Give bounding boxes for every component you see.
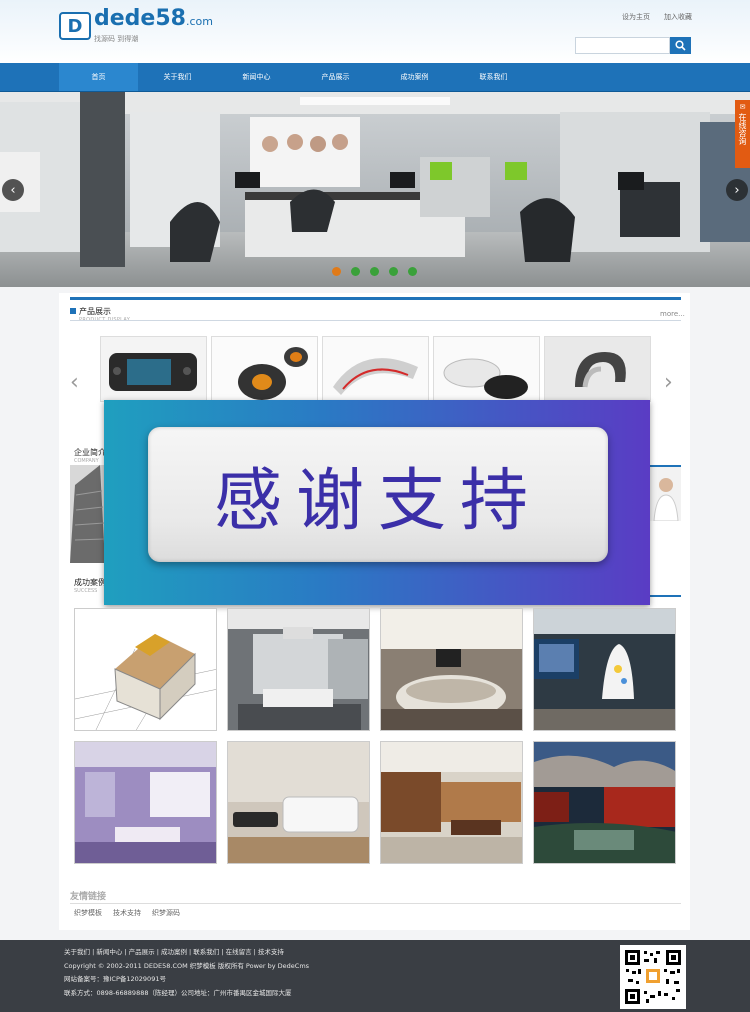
- about-image: [70, 465, 105, 563]
- product-image-4: [434, 337, 539, 401]
- slider-dot-5[interactable]: [408, 267, 417, 276]
- friend-links-title: 友情链接: [70, 892, 107, 902]
- product-thumb-2[interactable]: [211, 336, 318, 402]
- friend-links-divider: [70, 903, 681, 904]
- products-top-bar: [70, 297, 681, 300]
- products-more-link[interactable]: more...: [660, 310, 685, 318]
- search-button[interactable]: [670, 37, 691, 54]
- thanks-plaque: 感谢支持: [148, 427, 608, 562]
- main-nav: 首页 关于我们 新闻中心 产品展示 成功案例 联系我们: [0, 63, 750, 92]
- nav-item-news[interactable]: 新闻中心: [217, 63, 296, 91]
- product-thumb-1[interactable]: [100, 336, 207, 402]
- case-thumb-6[interactable]: [227, 741, 370, 864]
- qr-code-icon: [624, 949, 682, 1005]
- case-thumb-8[interactable]: [533, 741, 676, 864]
- search-icon: [675, 40, 686, 51]
- thanks-overlay: 感谢支持: [104, 400, 650, 605]
- about-title: 企业简介: [74, 448, 106, 457]
- chevron-left-icon: ‹: [70, 370, 79, 395]
- friend-link-1[interactable]: 织梦模板: [74, 908, 102, 918]
- product-thumb-5[interactable]: [544, 336, 651, 402]
- logo-mark-icon: D: [59, 12, 91, 40]
- logo-name: dede58.com: [94, 8, 213, 33]
- logo-name-main: dede58: [94, 6, 186, 31]
- case-image-3: [381, 609, 522, 730]
- product-image-1: [101, 337, 206, 401]
- nav-list: 首页 关于我们 新闻中心 产品展示 成功案例 联系我们: [59, 63, 533, 91]
- site-logo[interactable]: D dede58.com 找源码 到得潮: [59, 8, 213, 44]
- case-thumb-3[interactable]: [380, 608, 523, 731]
- nav-item-about[interactable]: 关于我们: [138, 63, 217, 91]
- slider-dot-1[interactable]: [332, 267, 341, 276]
- products-divider: [70, 320, 681, 321]
- cases-title: 成功案例: [74, 578, 106, 587]
- case-image-4: [534, 609, 675, 730]
- case-thumb-7[interactable]: [380, 741, 523, 864]
- case-image-5: [75, 742, 216, 863]
- product-image-2: [212, 337, 317, 401]
- case-image-8: [534, 742, 675, 863]
- nav-item-contact[interactable]: 联系我们: [454, 63, 533, 91]
- friend-links: 织梦模板 技术支持 织梦源码: [74, 908, 180, 918]
- footer-icp: 网站备案号：豫ICP备12029091号: [64, 975, 166, 983]
- banner-slider[interactable]: [0, 92, 750, 287]
- chat-icon: ✉: [739, 103, 746, 111]
- search-input[interactable]: [575, 37, 670, 54]
- case-thumb-2[interactable]: [227, 608, 370, 731]
- slider-dot-2[interactable]: [351, 267, 360, 276]
- slider-dot-3[interactable]: [370, 267, 379, 276]
- consult-label: 在线咨询: [738, 113, 747, 145]
- case-thumb-4[interactable]: [533, 608, 676, 731]
- logo-slogan: 找源码 到得潮: [94, 35, 139, 43]
- logo-text: dede58.com 找源码 到得潮: [94, 8, 213, 44]
- case-image-1: [75, 609, 216, 730]
- products-prev-button[interactable]: ‹: [70, 370, 79, 395]
- about-subtitle: COMPANY: [74, 458, 99, 464]
- nav-item-products[interactable]: 产品展示: [296, 63, 375, 91]
- online-consult-tab[interactable]: ✉ 在线咨询: [735, 100, 750, 168]
- banner-prev-button[interactable]: ‹: [2, 179, 24, 201]
- case-image-6: [228, 742, 369, 863]
- chevron-right-icon: ›: [734, 182, 740, 198]
- cases-bar: [650, 595, 681, 597]
- banner-image: [0, 92, 750, 287]
- friend-link-3[interactable]: 织梦源码: [152, 908, 180, 918]
- contact-top-bar: [650, 465, 681, 467]
- nav-item-home[interactable]: 首页: [59, 63, 138, 91]
- case-image-7: [381, 742, 522, 863]
- footer-copyright: Copyright © 2002-2011 DEDE58.COM 织梦模板 版权…: [64, 962, 310, 970]
- customer-service-image: [653, 478, 679, 522]
- product-image-3: [323, 337, 428, 401]
- chevron-right-icon: ›: [664, 370, 673, 395]
- search-bar: [575, 37, 691, 54]
- contact-image: [650, 465, 681, 522]
- footer-nav[interactable]: 关于我们 | 新闻中心 | 产品展示 | 成功案例 | 联系我们 | 在线留言 …: [64, 948, 284, 957]
- footer-contact: 联系方式：0898-66889888（陈经理）公司地址：广州市番禺区金城国际大厦: [64, 989, 292, 997]
- slider-dot-4[interactable]: [389, 267, 398, 276]
- case-thumb-1[interactable]: [74, 608, 217, 731]
- product-image-5: [545, 337, 650, 401]
- case-image-2: [228, 609, 369, 730]
- building-image: [70, 465, 105, 563]
- product-thumb-4[interactable]: [433, 336, 540, 402]
- banner-next-button[interactable]: ›: [726, 179, 748, 201]
- header: D dede58.com 找源码 到得潮 设为主页 加入收藏: [0, 0, 750, 63]
- products-next-button[interactable]: ›: [664, 370, 673, 395]
- banner-dots: [332, 267, 417, 276]
- top-links: 设为主页 加入收藏: [622, 12, 692, 22]
- product-thumb-3[interactable]: [322, 336, 429, 402]
- add-favorite-link[interactable]: 加入收藏: [664, 12, 692, 22]
- nav-item-cases[interactable]: 成功案例: [375, 63, 454, 91]
- logo-domain: .com: [185, 15, 213, 28]
- section-square-icon: [70, 308, 76, 314]
- case-thumb-5[interactable]: [74, 741, 217, 864]
- chevron-left-icon: ‹: [10, 182, 16, 198]
- set-homepage-link[interactable]: 设为主页: [622, 12, 650, 22]
- thanks-text: 感谢支持: [213, 462, 542, 541]
- products-title: 产品展示: [79, 307, 111, 316]
- friend-link-2[interactable]: 技术支持: [113, 908, 141, 918]
- qr-code: [620, 945, 686, 1009]
- cases-subtitle: SUCCESS: [74, 588, 98, 594]
